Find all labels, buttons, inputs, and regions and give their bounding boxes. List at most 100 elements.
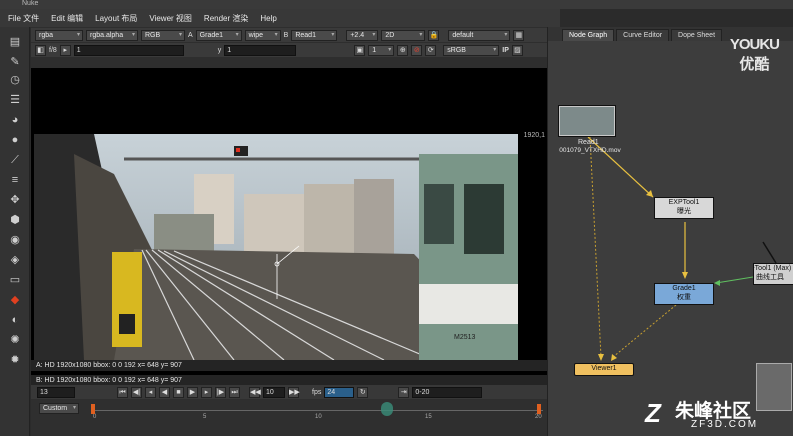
color-icon[interactable]: ◕ [7, 113, 23, 127]
merge-icon[interactable]: ≡ [7, 173, 23, 187]
next-key-icon[interactable]: |▶ [215, 386, 226, 398]
in-point-marker[interactable] [91, 404, 95, 414]
tick-20: 20 [535, 414, 542, 420]
proxy-icon[interactable]: ▣ [354, 44, 366, 56]
exptool-node[interactable]: EXPTool1 曝光 [654, 197, 714, 219]
zf3d-logo-icon: Z [645, 398, 661, 428]
b-input-dropdown[interactable]: Read1 [291, 29, 338, 41]
paint-icon[interactable]: ✎ [7, 55, 23, 69]
menu-viewer[interactable]: Viewer 视图 [149, 13, 192, 24]
next-frame-icon[interactable]: ▸ [201, 386, 212, 398]
metadata-icon[interactable]: ◈ [7, 253, 23, 267]
lock-icon[interactable]: 🔒 [428, 29, 440, 41]
gizmo-icon[interactable]: ✹ [7, 353, 23, 367]
fps-field[interactable]: 24 [324, 386, 355, 398]
menu-layout[interactable]: Layout 布局 [95, 13, 137, 24]
zf3d-watermark: Z 朱峰社区 ZF3D.COM [645, 396, 785, 432]
viewer-image: M2513 [34, 134, 518, 360]
grid-icon[interactable]: ▦ [513, 29, 525, 41]
grade-node[interactable]: Grade1 权重 [654, 283, 714, 305]
channel-icon[interactable]: ☰ [7, 93, 23, 107]
prev-frame-icon[interactable]: ◂ [145, 386, 156, 398]
play-back-icon[interactable]: ◀ [159, 386, 170, 398]
curvetool-node[interactable]: CurveTool1 (Max) 曲线工具 [753, 263, 793, 285]
3d-icon[interactable]: ⬢ [7, 213, 23, 227]
toolsets-icon[interactable]: ▭ [7, 273, 23, 287]
frame-field[interactable]: 1 [73, 44, 184, 56]
alpha-dropdown[interactable]: rgba.alpha [86, 29, 138, 41]
roi-icon[interactable]: ⊕ [397, 44, 409, 56]
viewer-canvas[interactable]: 1920,1 M2513 [31, 68, 547, 384]
gain-field[interactable]: +2.4 [346, 29, 379, 41]
frame-range-field[interactable]: 0-20 [412, 386, 483, 398]
read-node-name: Read1 [578, 139, 599, 146]
prev-key-icon[interactable]: ◀| [131, 386, 142, 398]
step-back-icon[interactable]: ◀◀ [249, 386, 261, 398]
info-bar-a: A: HD 1920x1080 bbox: 0 0 192 x= 648 y= … [31, 360, 547, 371]
menu-edit[interactable]: Edit 编辑 [51, 13, 83, 24]
increment-field[interactable]: 10 [263, 386, 285, 398]
viewer-tools-icon[interactable]: ▤ [7, 35, 23, 49]
y-field[interactable]: 1 [224, 44, 297, 56]
first-frame-icon[interactable]: ⏮ [117, 386, 128, 398]
timeline-scrubber[interactable]: Custom 0 5 10 15 20 [31, 400, 547, 436]
window-titlebar: Nuke [0, 0, 793, 9]
play-icon[interactable]: ▶ [187, 386, 198, 398]
furnace-icon[interactable]: ◆ [7, 293, 23, 307]
viewer-toolbar-bottom: ◧ f/8 ▸ 1 y 1 ▣ 1 ⊕ ⊘ ⟳ sRGB IP ▨ [31, 43, 547, 57]
wipe-dropdown[interactable]: wipe [244, 29, 281, 41]
read-node-file: 001079_VTXHD.mov [559, 147, 621, 154]
read-node[interactable] [558, 105, 616, 137]
menu-render[interactable]: Render 渲染 [204, 13, 248, 24]
fstop-arrow-icon[interactable]: ▸ [59, 44, 71, 56]
step-forward-icon[interactable]: ▶▶ [288, 386, 300, 398]
train-number: M2513 [454, 334, 476, 341]
lut-dropdown[interactable]: default [448, 29, 511, 41]
menu-help[interactable]: Help [260, 14, 276, 23]
grade-node-name: Grade1 [672, 285, 696, 292]
time-icon[interactable]: ◷ [7, 73, 23, 87]
viewer-node-name: Viewer1 [591, 365, 617, 372]
current-frame-field[interactable]: 13 [37, 386, 75, 398]
stop-icon[interactable]: ■ [173, 386, 184, 398]
y-label: y [217, 46, 222, 54]
last-frame-icon[interactable]: ⏭ [229, 386, 240, 398]
menu-file[interactable]: File 文件 [8, 13, 39, 24]
keyer-icon[interactable]: ⟋ [7, 153, 23, 167]
channels-dropdown[interactable]: rgba [35, 29, 83, 41]
fstop-label[interactable]: f/8 [49, 47, 57, 54]
viewer-node[interactable]: Viewer1 [574, 363, 634, 376]
views-icon[interactable]: ◉ [7, 233, 23, 247]
curvetool-node-sub: 曲线工具 [756, 274, 784, 281]
node-graph-pane[interactable]: Node Graph Curve Editor Dope Sheet Read1… [547, 27, 793, 436]
playhead[interactable] [381, 402, 393, 416]
youku-logo-text: YOUKU [729, 36, 780, 53]
view-mode-dropdown[interactable]: 2D [381, 29, 426, 41]
plugin-icon[interactable]: ✺ [7, 333, 23, 347]
transform-icon[interactable]: ✥ [7, 193, 23, 207]
ip-button[interactable]: IP [502, 47, 509, 54]
proxy-dropdown[interactable]: 1 [368, 44, 395, 56]
window-title: Nuke [22, 0, 39, 7]
colorspace-dropdown[interactable]: RGB [141, 29, 185, 41]
menu-bar: File 文件 Edit 编辑 Layout 布局 Viewer 视图 Rend… [0, 9, 560, 27]
viewer-toolbar-top: rgba rgba.alpha RGB A Grade1 wipe B Read… [31, 28, 547, 42]
pause-icon[interactable]: ⊘ [411, 44, 423, 56]
display-dropdown[interactable]: sRGB [443, 44, 500, 56]
range-mode-dropdown[interactable]: Custom [39, 403, 79, 414]
exptool-node-sub: 曝光 [677, 208, 691, 215]
format-corner-label: 1920,1 [523, 132, 545, 139]
refresh-icon[interactable]: ⟳ [425, 44, 437, 56]
loop-icon[interactable]: ↻ [357, 386, 369, 398]
clip-icon[interactable]: ◧ [35, 44, 46, 56]
timeline-track [93, 410, 543, 411]
other-icon[interactable]: ◐ [7, 313, 23, 327]
out-point-marker[interactable] [537, 404, 541, 414]
range-lock-icon[interactable]: ⇥ [398, 386, 410, 398]
stripes-icon[interactable]: ▨ [511, 44, 523, 56]
fps-label: fps [312, 388, 322, 396]
a-input-dropdown[interactable]: Grade1 [195, 29, 242, 41]
tick-5: 5 [203, 414, 207, 420]
filter-icon[interactable]: ● [7, 133, 23, 147]
playback-controls: 13 ⏮ ◀| ◂ ◀ ■ ▶ ▸ |▶ ⏭ ◀◀ 10 ▶▶ fps 24 ↻… [31, 385, 547, 399]
